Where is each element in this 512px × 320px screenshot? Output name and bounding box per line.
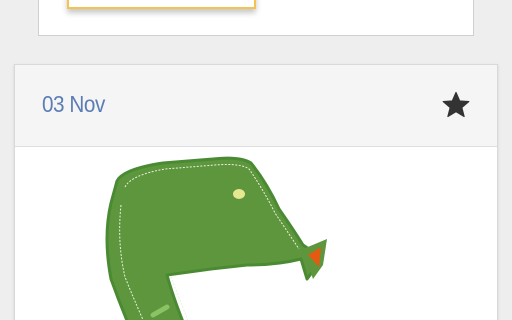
favorite-star-button[interactable] [441,90,471,120]
previous-entry-card[interactable] [38,0,474,36]
entry-card[interactable]: 03 Nov [14,64,498,320]
entry-date: 03 Nov [42,91,105,117]
entry-drawing[interactable] [15,147,497,320]
feed-viewport[interactable]: 03 Nov [0,0,512,320]
previous-entry-thumbnail[interactable] [67,0,256,9]
entry-card-header: 03 Nov [15,65,497,147]
green-drawing-icon [15,147,497,320]
star-icon [441,90,471,120]
